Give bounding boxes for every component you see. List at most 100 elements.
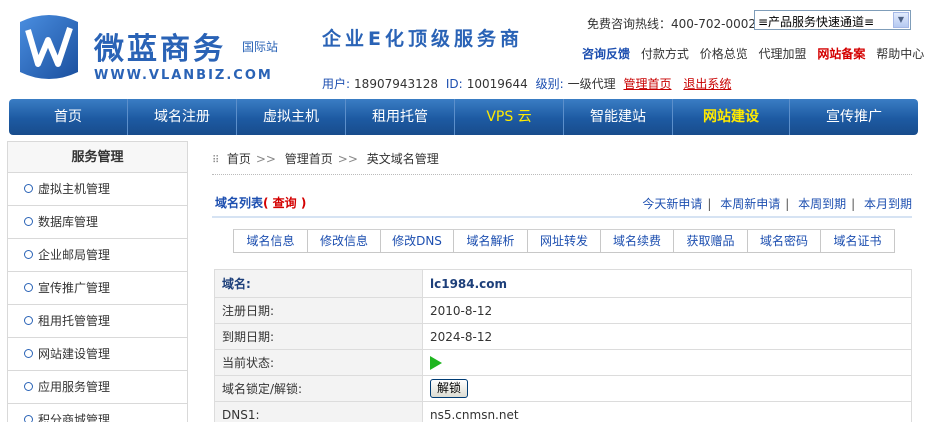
- reg-date-label: 注册日期:: [214, 297, 423, 324]
- nav-web-design[interactable]: 网站建设: [673, 99, 790, 135]
- user-bar: 用户: 18907943128 ID: 10019644 级别: 一级代理 管理首页 …: [322, 75, 739, 92]
- sidebar-item-colocation[interactable]: 租用托管管理: [8, 305, 187, 338]
- breadcrumb-admin[interactable]: 管理首页: [285, 152, 333, 166]
- reg-date-value: 2010-8-12: [422, 297, 912, 324]
- filter-sep: |: [707, 197, 712, 211]
- brand-name: 微蓝商务: [94, 32, 226, 67]
- breadcrumb-home[interactable]: 首页: [227, 152, 251, 166]
- play-icon: [430, 355, 442, 370]
- tab-edit-dns[interactable]: 修改DNS: [381, 230, 454, 252]
- sidebar-item-label: 租用托管管理: [38, 314, 111, 328]
- level-value: 一级代理: [567, 77, 616, 91]
- breadcrumb: ⠿ 首页 >> 管理首页 >> 英文域名管理: [212, 150, 439, 167]
- breadcrumb-sep: >>: [337, 152, 358, 166]
- quick-channel-select[interactable]: ≡产品服务快速通道≡ ▼: [754, 10, 911, 30]
- breadcrumb-current: 英文域名管理: [366, 152, 439, 166]
- circle-bullet-icon: [24, 250, 33, 259]
- sidebar-item-mail[interactable]: 企业邮局管理: [8, 239, 187, 272]
- dns1-value: ns5.cnmsn.net: [422, 401, 912, 422]
- domain-value: lc1984.com: [422, 269, 912, 298]
- brand-url: WWW.VLANBIZ.COM: [94, 68, 273, 83]
- toplink-pricing[interactable]: 价格总览: [700, 47, 748, 61]
- nav-site-builder[interactable]: 智能建站: [564, 99, 673, 135]
- filter-today[interactable]: 今天新申请: [642, 197, 702, 211]
- user-label: 用户:: [322, 77, 351, 91]
- filter-this-week-expire[interactable]: 本周到期: [798, 197, 846, 211]
- breadcrumb-sep: >>: [255, 152, 276, 166]
- nav-home[interactable]: 首页: [9, 99, 128, 135]
- nav-promotion[interactable]: 宣传推广: [790, 99, 918, 135]
- id-label: ID:: [445, 77, 463, 91]
- domain-label: 域名:: [214, 269, 423, 298]
- tab-domain-password[interactable]: 域名密码: [748, 230, 821, 252]
- nav-colocation[interactable]: 租用托管: [346, 99, 455, 135]
- slogan: 企业E化顶级服务商: [322, 28, 523, 50]
- sidebar-title: 服务管理: [8, 142, 187, 173]
- dns1-label: DNS1:: [214, 401, 423, 422]
- tab-edit-info[interactable]: 修改信息: [308, 230, 381, 252]
- tab-domain-info[interactable]: 域名信息: [234, 230, 308, 252]
- table-row: DNS1: ns5.cnmsn.net: [214, 401, 912, 422]
- sidebar: 服务管理 虚拟主机管理 数据库管理 企业邮局管理 宣传推广管理 租用托管管理 网…: [7, 141, 188, 422]
- nav-hosting[interactable]: 虚拟主机: [237, 99, 346, 135]
- table-row: 域名锁定/解锁: 解锁: [214, 375, 912, 402]
- quick-channel-value: ≡产品服务快速通道≡: [758, 15, 875, 29]
- toplink-help[interactable]: 帮助中心: [876, 47, 924, 61]
- logo-w-icon: [20, 15, 78, 79]
- query-link[interactable]: ( 查询 ): [263, 196, 306, 210]
- toplink-agent[interactable]: 代理加盟: [759, 47, 807, 61]
- toplink-feedback[interactable]: 咨询反馈: [582, 47, 630, 61]
- circle-bullet-icon: [24, 283, 33, 292]
- tab-get-gift[interactable]: 获取赠品: [674, 230, 748, 252]
- tab-domain-resolve[interactable]: 域名解析: [454, 230, 528, 252]
- tab-domain-cert[interactable]: 域名证书: [821, 230, 894, 252]
- domain-info-table: 域名: lc1984.com 注册日期: 2010-8-12 到期日期: 202…: [214, 269, 912, 422]
- table-row: 当前状态:: [214, 349, 912, 376]
- sidebar-item-label: 虚拟主机管理: [38, 182, 111, 196]
- domain-tabs: 域名信息 修改信息 修改DNS 域名解析 网址转发 域名续费 获取赠品 域名密码…: [233, 229, 895, 253]
- sidebar-item-promotion[interactable]: 宣传推广管理: [8, 272, 187, 305]
- status-label: 当前状态:: [214, 349, 423, 376]
- sidebar-item-database[interactable]: 数据库管理: [8, 206, 187, 239]
- sidebar-item-app-service[interactable]: 应用服务管理: [8, 371, 187, 404]
- sidebar-item-points-mall[interactable]: 积分商城管理: [8, 404, 187, 422]
- domain-list-title: 域名列表( 查询 ): [215, 194, 306, 211]
- sidebar-item-label: 积分商城管理: [38, 413, 111, 422]
- sidebar-item-label: 数据库管理: [38, 215, 99, 229]
- circle-bullet-icon: [24, 349, 33, 358]
- chevron-down-icon[interactable]: ▼: [893, 12, 909, 28]
- tab-domain-renew[interactable]: 域名续费: [601, 230, 674, 252]
- list-title-text: 域名列表: [215, 196, 264, 210]
- divider: [212, 174, 912, 175]
- divider: [212, 216, 912, 218]
- logout-link[interactable]: 退出系统: [683, 77, 731, 91]
- brand-intl: 国际站: [242, 40, 279, 54]
- unlock-button[interactable]: 解锁: [430, 379, 469, 398]
- main-nav: 首页 域名注册 虚拟主机 租用托管 VPS 云 智能建站 网站建设 宣传推广: [9, 99, 918, 135]
- lock-value: 解锁: [422, 375, 912, 402]
- filter-sep: |: [785, 197, 790, 211]
- filter-sep: |: [851, 197, 856, 211]
- status-value: [422, 349, 912, 376]
- level-label: 级别:: [535, 77, 564, 91]
- sidebar-item-label: 宣传推广管理: [38, 281, 111, 295]
- filter-this-week-new[interactable]: 本周新申请: [720, 197, 780, 211]
- nav-domain[interactable]: 域名注册: [128, 99, 237, 135]
- table-row: 域名: lc1984.com: [214, 269, 912, 298]
- sidebar-item-hosting[interactable]: 虚拟主机管理: [8, 173, 187, 206]
- site-logo[interactable]: 微蓝商务 国际站 WWW.VLANBIZ.COM: [14, 10, 294, 90]
- toplink-icp[interactable]: 网站备案: [817, 47, 865, 61]
- filter-this-month-expire[interactable]: 本月到期: [864, 197, 912, 211]
- circle-bullet-icon: [24, 316, 33, 325]
- circle-bullet-icon: [24, 382, 33, 391]
- table-row: 到期日期: 2024-8-12: [214, 323, 912, 350]
- toplink-payment[interactable]: 付款方式: [641, 47, 689, 61]
- expire-date-label: 到期日期:: [214, 323, 423, 350]
- tab-url-forward[interactable]: 网址转发: [528, 230, 601, 252]
- nav-vps[interactable]: VPS 云: [455, 99, 564, 135]
- admin-home-link[interactable]: 管理首页: [623, 77, 671, 91]
- top-links: 咨询反馈 付款方式 价格总览 代理加盟 网站备案 帮助中心: [582, 45, 928, 62]
- sidebar-item-web-design[interactable]: 网站建设管理: [8, 338, 187, 371]
- circle-bullet-icon: [24, 217, 33, 226]
- date-filters: 今天新申请 | 本周新申请 | 本周到期 | 本月到期: [642, 195, 912, 212]
